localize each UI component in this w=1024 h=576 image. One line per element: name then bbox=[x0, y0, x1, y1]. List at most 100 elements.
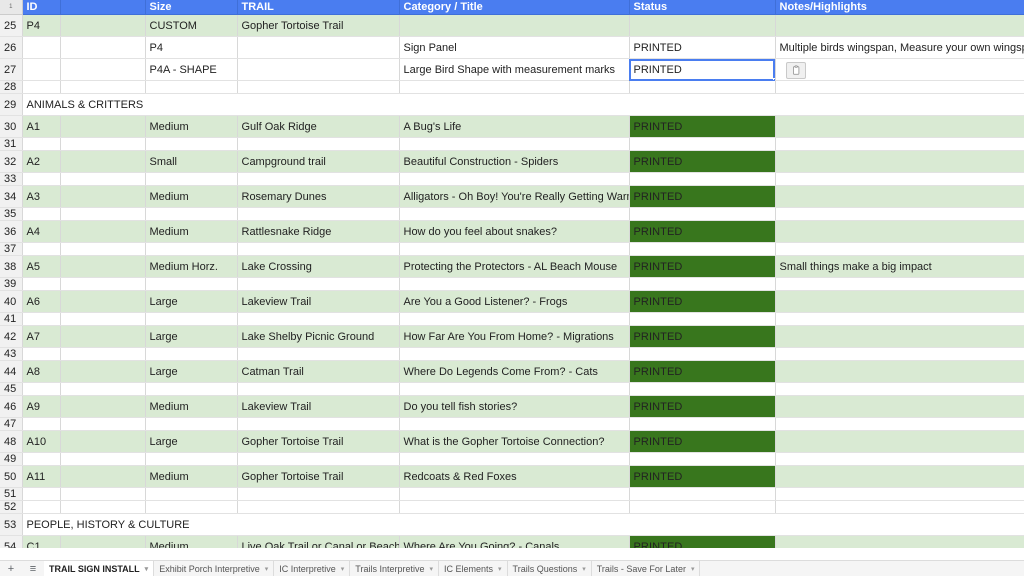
cell-size[interactable]: Medium bbox=[145, 185, 238, 208]
empty-cell[interactable] bbox=[775, 487, 1024, 501]
empty-cell[interactable] bbox=[629, 172, 776, 186]
row-header[interactable]: 37 bbox=[0, 242, 23, 256]
chevron-down-icon[interactable]: ▾ bbox=[341, 565, 345, 573]
empty-cell[interactable] bbox=[629, 417, 776, 431]
cell-trail[interactable] bbox=[237, 36, 400, 59]
sheet-tab-5[interactable]: Trails Questions ▾ bbox=[507, 561, 592, 576]
empty-cell[interactable] bbox=[775, 382, 1024, 396]
row-header[interactable]: 25 bbox=[0, 14, 23, 37]
paste-options-button[interactable] bbox=[786, 62, 806, 79]
cell-id[interactable] bbox=[22, 36, 61, 59]
empty-cell[interactable] bbox=[629, 137, 776, 151]
cell-id[interactable]: A8 bbox=[22, 360, 61, 383]
cell-size[interactable]: Small bbox=[145, 150, 238, 173]
cell-b[interactable] bbox=[60, 115, 146, 138]
cell-b[interactable] bbox=[60, 185, 146, 208]
empty-cell[interactable] bbox=[399, 417, 630, 431]
cell-category-title[interactable]: Large Bird Shape with measurement marks bbox=[399, 58, 630, 81]
empty-cell[interactable] bbox=[60, 500, 146, 514]
row-header[interactable]: 35 bbox=[0, 207, 23, 221]
cell-id[interactable]: A11 bbox=[22, 465, 61, 488]
column-header-trail[interactable]: TRAIL bbox=[237, 0, 400, 15]
empty-cell[interactable] bbox=[22, 452, 61, 466]
spreadsheet-grid[interactable]: 1 ID Size TRAIL Category / Title Status Notes/… bbox=[0, 0, 1024, 548]
empty-cell[interactable] bbox=[775, 80, 1024, 94]
cell-notes[interactable] bbox=[775, 395, 1024, 418]
empty-cell[interactable] bbox=[145, 382, 238, 396]
status-badge[interactable]: PRINTED bbox=[629, 58, 776, 81]
empty-cell[interactable] bbox=[237, 452, 400, 466]
empty-cell[interactable] bbox=[145, 277, 238, 291]
cell-category-title[interactable]: Beautiful Construction - Spiders bbox=[399, 150, 630, 173]
chevron-down-icon[interactable]: ▾ bbox=[691, 565, 695, 573]
cell-trail[interactable]: Lake Crossing bbox=[237, 255, 400, 278]
empty-cell[interactable] bbox=[629, 312, 776, 326]
column-header-size[interactable]: Size bbox=[145, 0, 238, 15]
cell-notes[interactable] bbox=[775, 14, 1024, 37]
column-header-notes[interactable]: Notes/Highlights bbox=[775, 0, 1024, 15]
cell-size[interactable]: Medium bbox=[145, 115, 238, 138]
empty-cell[interactable] bbox=[60, 172, 146, 186]
empty-cell[interactable] bbox=[237, 500, 400, 514]
cell-category-title[interactable]: How Far Are You From Home? - Migrations bbox=[399, 325, 630, 348]
chevron-down-icon[interactable]: ▾ bbox=[498, 565, 502, 573]
empty-cell[interactable] bbox=[22, 487, 61, 501]
cell-b[interactable] bbox=[60, 255, 146, 278]
empty-cell[interactable] bbox=[399, 382, 630, 396]
empty-cell[interactable] bbox=[145, 347, 238, 361]
empty-cell[interactable] bbox=[145, 500, 238, 514]
empty-cell[interactable] bbox=[145, 207, 238, 221]
cell-category-title[interactable]: Redcoats & Red Foxes bbox=[399, 465, 630, 488]
sheet-tab-1[interactable]: Exhibit Porch Interpretive ▾ bbox=[154, 561, 275, 576]
sheet-tab-3[interactable]: Trails Interpretive ▾ bbox=[350, 561, 439, 576]
cell-notes[interactable] bbox=[775, 535, 1024, 548]
cell-trail[interactable]: Gopher Tortoise Trail bbox=[237, 465, 400, 488]
cell-notes[interactable] bbox=[775, 360, 1024, 383]
empty-cell[interactable] bbox=[22, 312, 61, 326]
empty-cell[interactable] bbox=[775, 137, 1024, 151]
cell-category-title[interactable]: A Bug's Life bbox=[399, 115, 630, 138]
select-all-corner[interactable]: 1 bbox=[0, 0, 23, 15]
cell-notes[interactable] bbox=[775, 430, 1024, 453]
status-badge[interactable]: PRINTED bbox=[629, 150, 776, 173]
empty-cell[interactable] bbox=[399, 242, 630, 256]
empty-cell[interactable] bbox=[145, 417, 238, 431]
empty-cell[interactable] bbox=[22, 137, 61, 151]
cell-b[interactable] bbox=[60, 395, 146, 418]
cell-size[interactable]: CUSTOM bbox=[145, 14, 238, 37]
status-badge[interactable]: PRINTED bbox=[629, 220, 776, 243]
row-header[interactable]: 47 bbox=[0, 417, 23, 431]
cell-trail[interactable]: Catman Trail bbox=[237, 360, 400, 383]
empty-cell[interactable] bbox=[22, 80, 61, 94]
row-header[interactable]: 51 bbox=[0, 487, 23, 501]
cell-trail[interactable]: Lake Shelby Picnic Ground bbox=[237, 325, 400, 348]
status-badge[interactable]: PRINTED bbox=[629, 360, 776, 383]
row-header[interactable]: 40 bbox=[0, 290, 23, 313]
empty-cell[interactable] bbox=[22, 242, 61, 256]
cell-size[interactable]: Large bbox=[145, 430, 238, 453]
cell-trail[interactable]: Gopher Tortoise Trail bbox=[237, 430, 400, 453]
empty-cell[interactable] bbox=[629, 347, 776, 361]
empty-cell[interactable] bbox=[629, 382, 776, 396]
empty-cell[interactable] bbox=[399, 500, 630, 514]
row-header[interactable]: 42 bbox=[0, 325, 23, 348]
cell-b[interactable] bbox=[60, 465, 146, 488]
cell-notes[interactable] bbox=[775, 185, 1024, 208]
empty-cell[interactable] bbox=[22, 347, 61, 361]
column-header-b[interactable] bbox=[60, 0, 146, 15]
row-header[interactable]: 28 bbox=[0, 80, 23, 94]
all-sheets-button[interactable]: ≡ bbox=[22, 561, 44, 576]
empty-cell[interactable] bbox=[629, 487, 776, 501]
row-header[interactable]: 29 bbox=[0, 93, 23, 116]
cell-size[interactable]: Large bbox=[145, 290, 238, 313]
cell-size[interactable]: Medium bbox=[145, 395, 238, 418]
empty-cell[interactable] bbox=[22, 207, 61, 221]
selection-fill-handle[interactable] bbox=[772, 78, 774, 80]
cell-b[interactable] bbox=[60, 58, 146, 81]
cell-size[interactable]: Medium Horz. bbox=[145, 255, 238, 278]
empty-cell[interactable] bbox=[237, 207, 400, 221]
cell-category-title[interactable]: Are You a Good Listener? - Frogs bbox=[399, 290, 630, 313]
empty-cell[interactable] bbox=[60, 417, 146, 431]
cell-trail[interactable]: Rosemary Dunes bbox=[237, 185, 400, 208]
empty-cell[interactable] bbox=[237, 137, 400, 151]
